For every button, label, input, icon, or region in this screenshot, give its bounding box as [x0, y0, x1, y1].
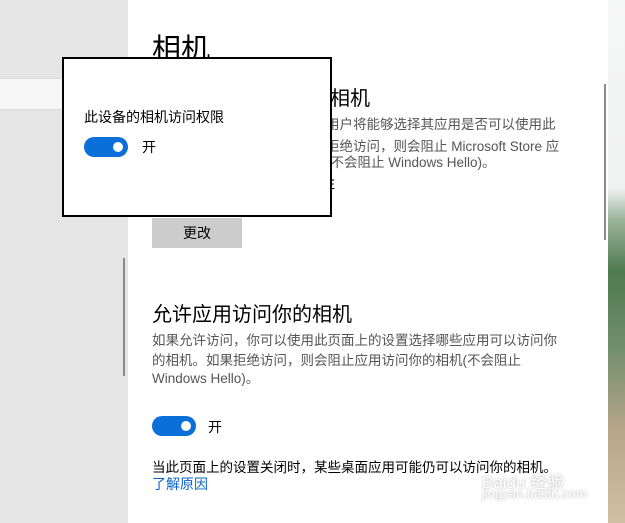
device-camera-access-toggle[interactable] — [84, 137, 128, 157]
watermark-url: jingyan.baidu.com — [482, 486, 587, 501]
learn-why-link[interactable]: 了解原因 — [152, 474, 208, 494]
app-access-description: Windows Hello)。 — [152, 371, 260, 386]
change-button[interactable]: 更改 — [152, 218, 242, 248]
desktop-wallpaper — [608, 0, 625, 523]
app-access-section-title: 允许应用访问你的相机 — [152, 304, 352, 326]
popup-toggle-label: 开 — [142, 139, 156, 155]
app-access-toggle[interactable] — [152, 416, 196, 436]
popup-label: 此设备的相机访问权限 — [84, 109, 224, 125]
device-access-description: (不会阻止 Windows Hello)。 — [326, 155, 496, 170]
app-access-toggle-label: 开 — [208, 419, 222, 435]
main-scrollbar[interactable] — [604, 84, 606, 240]
camera-access-popup: 此设备的相机访问权限 开 — [62, 57, 332, 217]
toggle-knob — [181, 421, 191, 431]
device-access-description: 用户将能够选择其应用是否可以使用此 — [326, 117, 556, 132]
device-access-section-title: 相机 — [330, 88, 370, 110]
sidebar-scrollbar[interactable] — [123, 258, 125, 376]
toggle-knob — [113, 142, 123, 152]
app-access-description: 如果允许访问，你可以使用此页面上的设置选择哪些应用可以访问你 — [152, 333, 557, 348]
